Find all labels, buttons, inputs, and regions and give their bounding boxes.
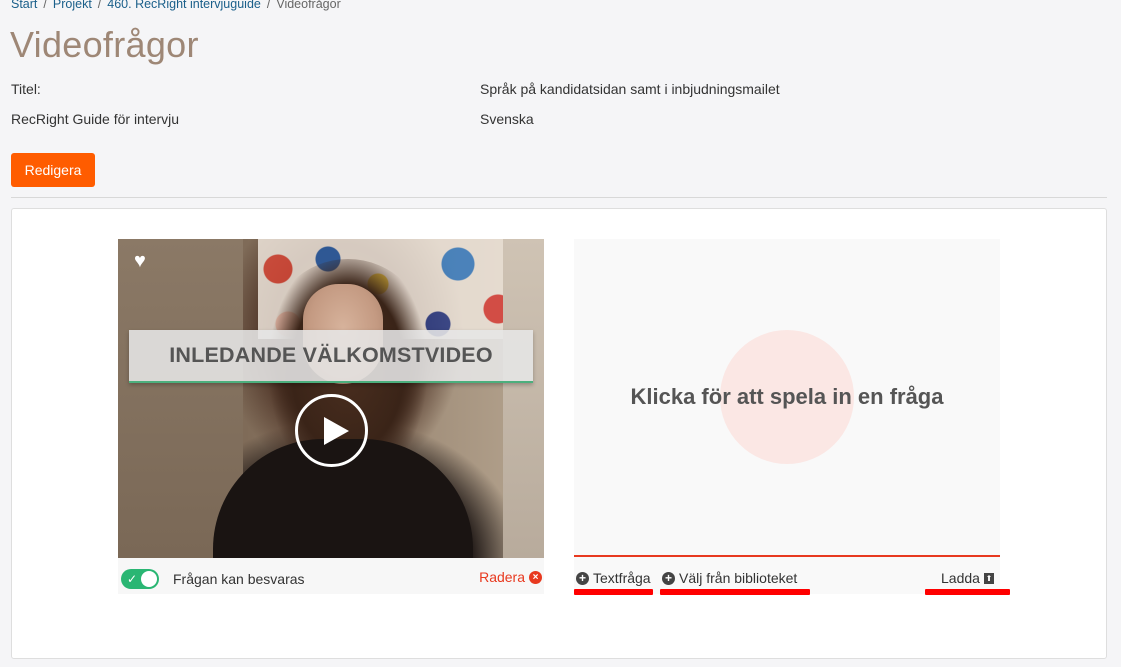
add-text-question-button[interactable]: + Textfråga <box>576 570 651 586</box>
library-label: Välj från biblioteket <box>679 570 798 586</box>
breadcrumb-current: Videofrågor <box>276 0 341 11</box>
breadcrumb-projekt[interactable]: Projekt <box>53 0 92 11</box>
title-label: Titel: <box>11 81 41 97</box>
delete-label: Radera <box>479 569 525 585</box>
delete-button[interactable]: Radera × <box>479 569 542 585</box>
play-button[interactable] <box>295 394 368 467</box>
title-value: RecRight Guide för intervju <box>11 111 180 127</box>
plus-circle-icon: + <box>576 571 589 585</box>
answerable-toggle[interactable]: ✓ <box>121 569 159 589</box>
check-icon: ✓ <box>127 572 138 586</box>
edit-button[interactable]: Redigera <box>11 153 95 187</box>
heart-icon[interactable]: ♥ <box>134 251 154 271</box>
breadcrumb-separator: / <box>266 0 271 11</box>
answerable-toggle-label: Frågan kan besvaras <box>173 571 305 587</box>
video-question-card[interactable]: ♥ INLEDANDE VÄLKOMSTVIDEO <box>118 239 544 558</box>
choose-from-library-button[interactable]: + Välj från biblioteket <box>662 570 797 586</box>
divider <box>11 197 1107 198</box>
text-question-label: Textfråga <box>593 570 651 586</box>
video-background-door <box>503 239 544 558</box>
plus-circle-icon: + <box>662 571 675 585</box>
upload-label: Ladda <box>941 570 980 586</box>
upload-icon: ⬆ <box>983 572 994 584</box>
annotation-underline-textfraga <box>574 589 653 595</box>
breadcrumb-separator: / <box>43 0 47 11</box>
breadcrumb-project[interactable]: 460. RecRight intervjuguide <box>107 0 261 11</box>
breadcrumb-separator: / <box>97 0 102 11</box>
language-value: Svenska <box>480 111 534 127</box>
record-prompt: Klicka för att spela in en fråga <box>630 384 944 409</box>
language-label: Språk på kandidatsidan samt i inbjudning… <box>480 81 780 97</box>
breadcrumb-start[interactable]: Start <box>11 0 37 11</box>
upload-button[interactable]: Ladda ⬆ <box>941 570 994 586</box>
breadcrumb: Start / Projekt / 460. RecRight intervjuguid… <box>11 0 341 11</box>
annotation-underline-upload <box>925 589 1010 595</box>
play-icon <box>324 417 349 445</box>
record-question-card[interactable]: Klicka för att spela in en fråga <box>574 239 1000 556</box>
page-title: Videofrågor <box>10 24 199 65</box>
toggle-knob <box>141 571 157 587</box>
annotation-underline-library <box>660 589 810 595</box>
video-question-footer: ✓ Frågan kan besvaras Radera × <box>118 558 544 594</box>
close-circle-icon: × <box>529 570 542 584</box>
video-title-banner: INLEDANDE VÄLKOMSTVIDEO <box>129 330 533 383</box>
